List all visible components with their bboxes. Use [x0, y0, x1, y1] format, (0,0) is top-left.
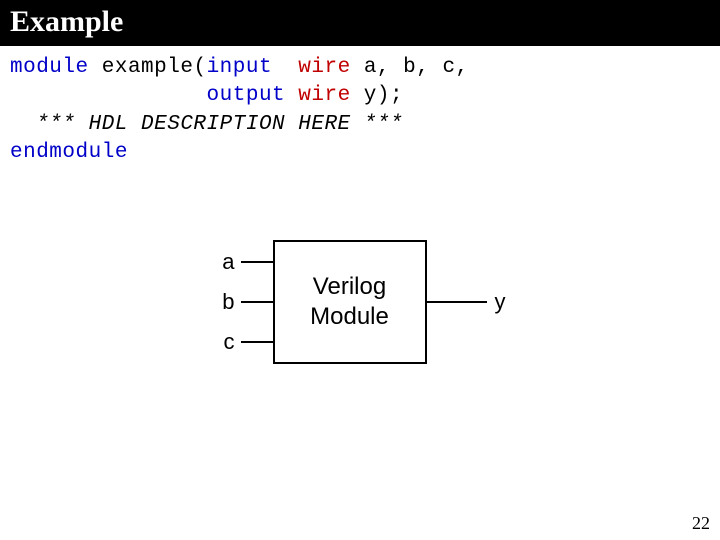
wire [427, 301, 487, 303]
port-label: c [215, 329, 241, 355]
diagram: a b c Verilog Module [0, 240, 720, 364]
hdl-comment: *** HDL DESCRIPTION HERE *** [10, 113, 403, 136]
module-box: Verilog Module [273, 240, 427, 364]
code-block: module example(input wire a, b, c, outpu… [0, 46, 720, 167]
port-b: b [215, 282, 273, 322]
code-text [351, 84, 364, 107]
type-wire: wire [298, 56, 350, 79]
port-ids: y); [364, 84, 403, 107]
port-ids: a, b, c, [364, 56, 469, 79]
box-title-line2: Module [310, 303, 389, 330]
code-text [285, 84, 298, 107]
code-text [10, 84, 207, 107]
wire [241, 341, 273, 343]
box-title-line1: Verilog [313, 273, 386, 300]
wire [241, 261, 273, 263]
port-label: y [487, 289, 506, 315]
type-wire: wire [298, 84, 350, 107]
code-text [272, 56, 298, 79]
slide-title: Example [0, 0, 720, 46]
code-text [351, 56, 364, 79]
module-name: example [102, 56, 194, 79]
wire [241, 301, 273, 303]
port-c: c [215, 322, 273, 362]
code-text [89, 56, 102, 79]
port-label: a [215, 249, 241, 275]
page-number: 22 [692, 513, 710, 534]
code-text: ( [193, 56, 206, 79]
output-ports: y [427, 242, 506, 362]
port-a: a [215, 242, 273, 282]
kw-output: output [207, 84, 286, 107]
port-label: b [215, 289, 241, 315]
kw-module: module [10, 56, 89, 79]
kw-input: input [207, 56, 273, 79]
input-ports: a b c [215, 242, 273, 362]
port-y: y [427, 282, 506, 322]
kw-endmodule: endmodule [10, 141, 128, 164]
